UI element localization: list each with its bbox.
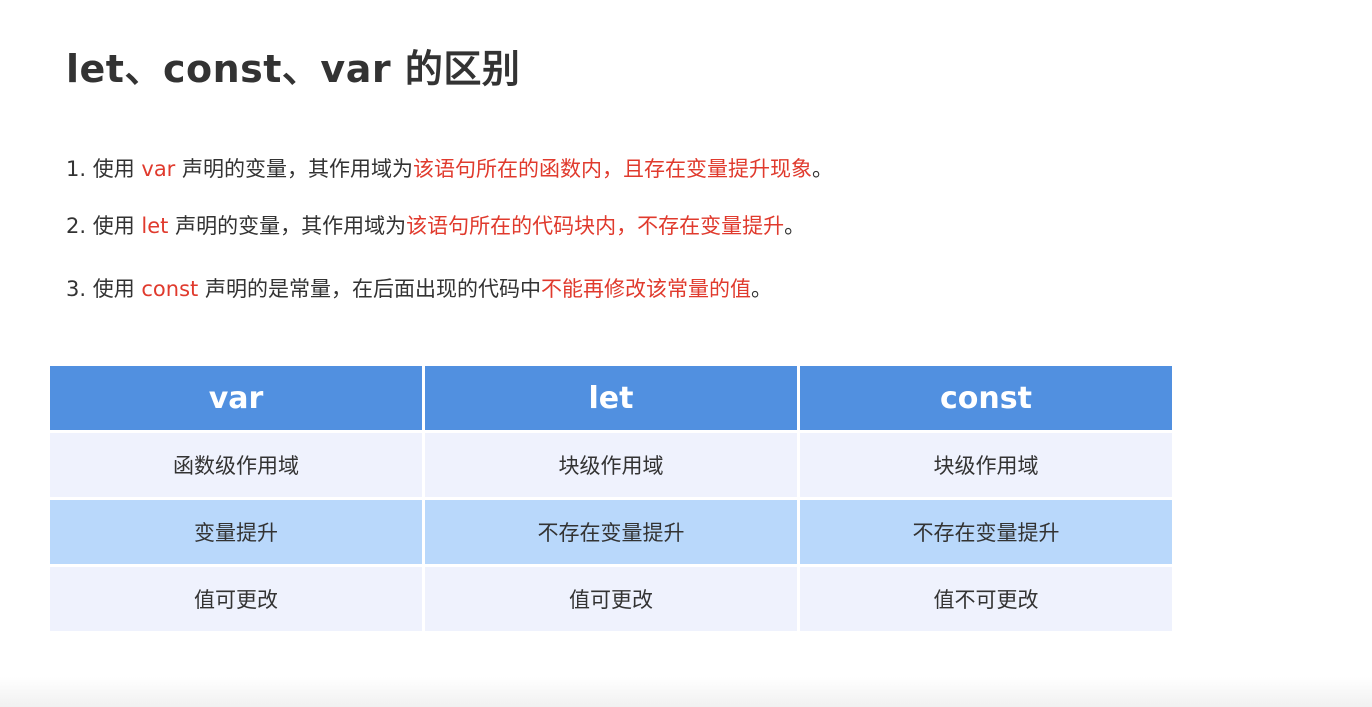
point-3-highlight: 不能再修改该常量的值 bbox=[540, 277, 751, 301]
slide: let、const、var 的区别 1. 使用 var 声明的变量，其作用域为该… bbox=[0, 0, 1372, 707]
point-3: 3. 使用 const 声明的是常量，在后面出现的代码中不能再修改该常量的值。 bbox=[66, 273, 772, 303]
point-3-suffix: 。 bbox=[750, 277, 772, 301]
table-header-row: var let const bbox=[50, 366, 1172, 430]
point-2-suffix: 。 bbox=[784, 214, 806, 238]
point-1-middle: 声明的变量，其作用域为 bbox=[175, 157, 414, 181]
bottom-shadow bbox=[0, 677, 1372, 707]
point-2-highlight: 该语句所在的代码块内，不存在变量提升 bbox=[406, 214, 785, 238]
point-2: 2. 使用 let 声明的变量，其作用域为该语句所在的代码块内，不存在变量提升。 bbox=[66, 210, 805, 240]
table-row-scope: 函数级作用域 块级作用域 块级作用域 bbox=[50, 433, 1172, 497]
point-2-middle: 声明的变量，其作用域为 bbox=[168, 214, 407, 238]
table-row-mutability: 值可更改 值可更改 值不可更改 bbox=[50, 567, 1172, 631]
header-const: const bbox=[800, 366, 1172, 430]
table-cell: 块级作用域 bbox=[800, 433, 1172, 497]
table-cell: 不存在变量提升 bbox=[425, 500, 797, 564]
point-1: 1. 使用 var 声明的变量，其作用域为该语句所在的函数内，且存在变量提升现象… bbox=[66, 153, 833, 183]
table-cell: 值可更改 bbox=[425, 567, 797, 631]
table-cell: 块级作用域 bbox=[425, 433, 797, 497]
table-cell: 变量提升 bbox=[50, 500, 422, 564]
table-cell: 函数级作用域 bbox=[50, 433, 422, 497]
comparison-table: var let const 函数级作用域 块级作用域 块级作用域 变量提升 不存… bbox=[47, 363, 1175, 634]
table-cell: 值可更改 bbox=[50, 567, 422, 631]
point-2-prefix: 2. 使用 bbox=[66, 214, 142, 238]
point-3-keyword: const bbox=[141, 277, 199, 301]
point-1-prefix: 1. 使用 bbox=[66, 157, 142, 181]
header-let: let bbox=[425, 366, 797, 430]
slide-title: let、const、var 的区别 bbox=[66, 47, 521, 91]
table-row-hoisting: 变量提升 不存在变量提升 不存在变量提升 bbox=[50, 500, 1172, 564]
point-1-suffix: 。 bbox=[812, 157, 834, 181]
point-1-keyword: var bbox=[141, 157, 176, 181]
point-2-keyword: let bbox=[141, 214, 169, 238]
point-1-highlight: 该语句所在的函数内，且存在变量提升现象 bbox=[413, 157, 813, 181]
point-3-middle: 声明的是常量，在后面出现的代码中 bbox=[198, 277, 541, 301]
table-cell: 值不可更改 bbox=[800, 567, 1172, 631]
header-var: var bbox=[50, 366, 422, 430]
table-cell: 不存在变量提升 bbox=[800, 500, 1172, 564]
point-3-prefix: 3. 使用 bbox=[66, 277, 142, 301]
